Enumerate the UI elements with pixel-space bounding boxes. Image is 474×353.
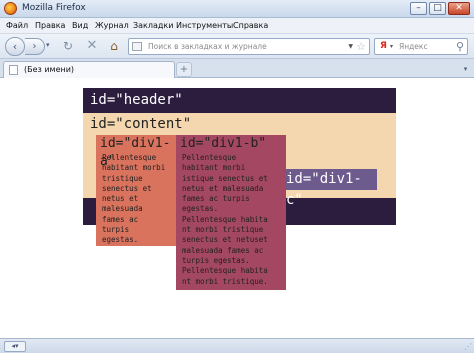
search-engine-dropdown-icon[interactable]: ▾ xyxy=(390,43,393,50)
status-bar: ◂▾ ⋰ xyxy=(0,338,474,353)
history-dropdown-icon[interactable]: ▾ xyxy=(46,41,50,49)
url-dropdown-icon[interactable]: ▼ xyxy=(348,43,353,50)
tab-untitled[interactable]: (Без имени) xyxy=(3,61,175,78)
div1-c-block: id="div1-c" xyxy=(283,169,377,208)
url-placeholder[interactable]: Поиск в закладках и журнале xyxy=(148,42,267,51)
div1-b-text: Pellentesque habitant morbi istique sene… xyxy=(182,153,268,286)
search-icon[interactable]: ⚲ xyxy=(456,40,464,53)
tab-list-icon[interactable]: ▾ xyxy=(460,63,471,76)
yandex-icon[interactable]: Я xyxy=(378,41,389,52)
new-tab-button[interactable]: + xyxy=(176,62,192,77)
div1-b-block: id="div1-b" Pellentesque habitant morbi … xyxy=(176,135,286,290)
page-icon xyxy=(9,65,18,75)
back-arrow-icon[interactable]: ‹ xyxy=(5,37,25,56)
tab-bar: (Без имени) + ▾ xyxy=(0,59,474,78)
minimize-button[interactable]: – xyxy=(410,2,427,15)
resize-grip-icon[interactable]: ⋰ xyxy=(464,342,472,351)
search-placeholder[interactable]: Яндекс xyxy=(399,42,428,51)
page-favicon-icon xyxy=(132,42,142,51)
div1-a-title: id="div1-a" xyxy=(100,136,171,169)
div1-a-block: id="div1-a" Pellentesque habitant morbi … xyxy=(96,135,183,246)
menu-history[interactable]: Журнал xyxy=(95,21,129,30)
menu-bookmarks[interactable]: Закладки xyxy=(133,21,173,30)
stop-icon[interactable]: ✕ xyxy=(84,38,100,54)
menu-bar: Файл Правка Вид Журнал Закладки Инструме… xyxy=(0,18,474,34)
tab-label[interactable]: (Без имени) xyxy=(24,65,74,74)
div1-a-text: Pellentesque habitant morbi tristique se… xyxy=(102,153,166,245)
firefox-logo-icon xyxy=(4,2,17,15)
menu-file[interactable]: Файл xyxy=(6,21,28,30)
window-titlebar: Mozilla Firefox – □ ✕ xyxy=(0,0,474,18)
close-button[interactable]: ✕ xyxy=(448,2,470,15)
reload-icon[interactable]: ↻ xyxy=(60,38,76,54)
page-content: id="header" id="content" id="div1-c" id=… xyxy=(0,78,474,338)
maximize-button[interactable]: □ xyxy=(429,2,446,15)
addon-bar-icon[interactable]: ◂▾ xyxy=(4,341,26,352)
window-title: Mozilla Firefox xyxy=(22,3,86,13)
menu-view[interactable]: Вид xyxy=(72,21,88,30)
url-input[interactable]: Поиск в закладках и журнале ▼ ☆ xyxy=(128,38,370,55)
navigation-toolbar: ‹ › ▾ ↻ ✕ ⌂ Поиск в закладках и журнале … xyxy=(0,34,474,59)
menu-help[interactable]: Справка xyxy=(233,21,268,30)
home-icon[interactable]: ⌂ xyxy=(106,38,122,54)
demo-header-block: id="header" xyxy=(83,88,396,113)
forward-arrow-icon[interactable]: › xyxy=(25,38,45,55)
menu-tools[interactable]: Инструменты xyxy=(176,21,233,30)
div1-b-title: id="div1-b" xyxy=(180,136,267,151)
bookmark-star-icon[interactable]: ☆ xyxy=(356,40,366,53)
search-input[interactable]: Я ▾ Яндекс ⚲ xyxy=(374,38,468,55)
menu-edit[interactable]: Правка xyxy=(35,21,65,30)
